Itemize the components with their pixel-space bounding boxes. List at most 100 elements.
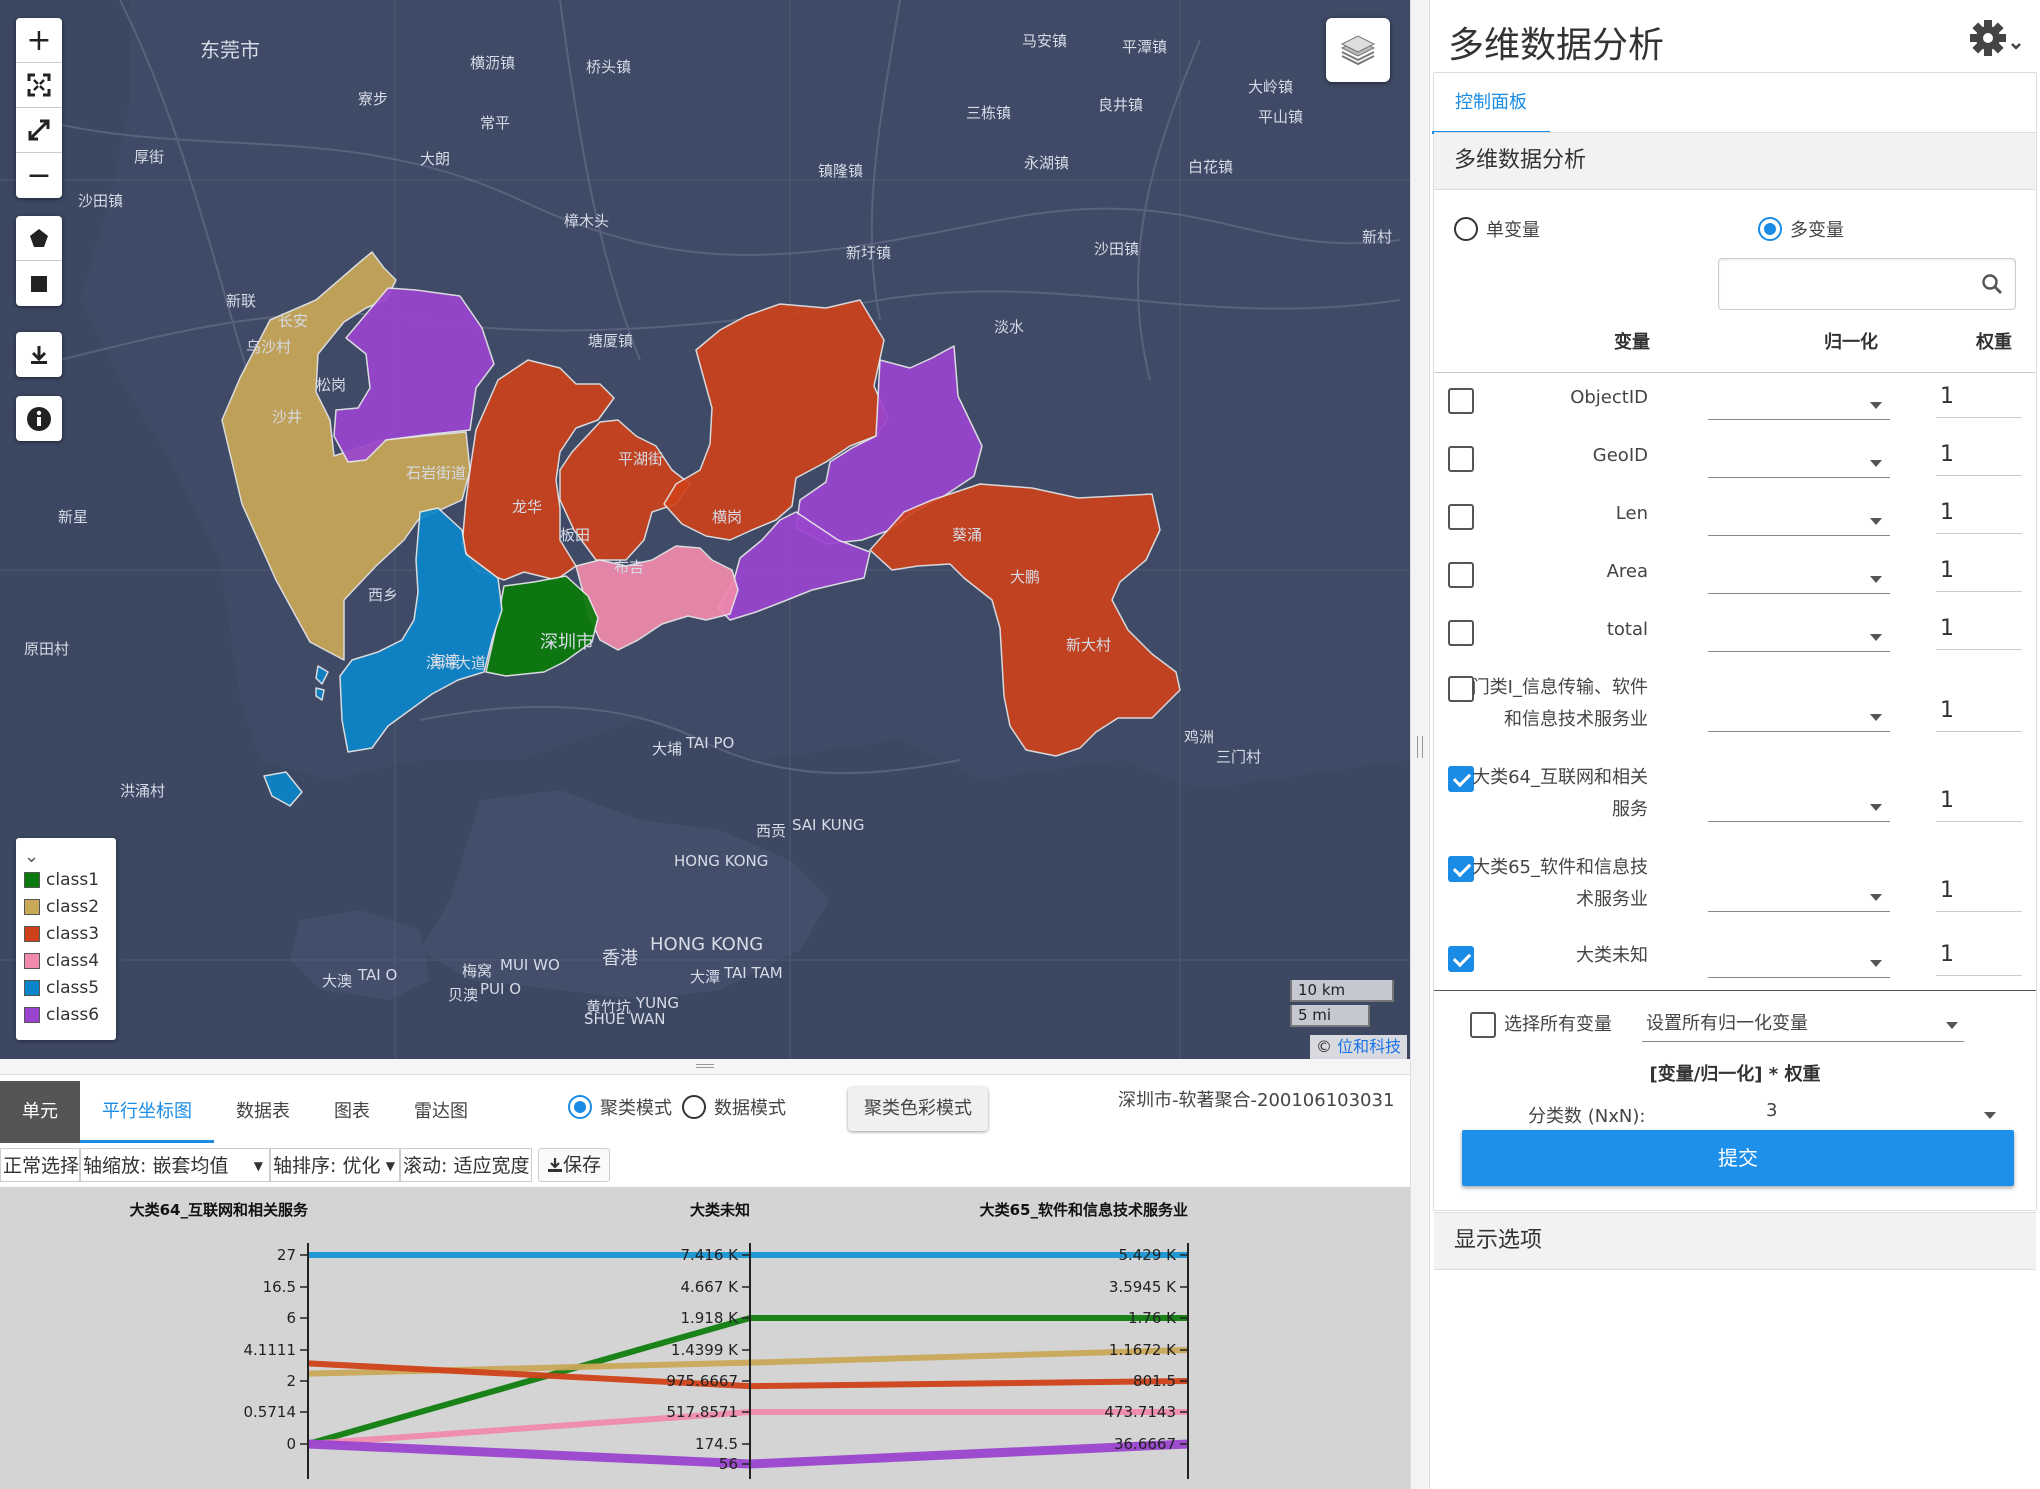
weight-input[interactable]: 1 bbox=[1936, 384, 2022, 418]
single-variable-radio[interactable] bbox=[1454, 217, 1478, 241]
select-all-checkbox[interactable] bbox=[1470, 1012, 1496, 1038]
single-variable-option[interactable]: 单变量 bbox=[1454, 216, 1540, 242]
tab-control-panel[interactable]: 控制面板 bbox=[1432, 86, 1550, 134]
variable-checkbox[interactable] bbox=[1448, 504, 1474, 530]
map-place-label: 沙田镇 bbox=[1094, 240, 1140, 258]
normalize-select[interactable] bbox=[1708, 564, 1890, 594]
cluster-color-button[interactable]: 聚类色彩模式 bbox=[848, 1087, 988, 1131]
data-mode-radio[interactable] bbox=[682, 1095, 706, 1119]
section-multivariate[interactable]: 多维数据分析 bbox=[1434, 132, 2036, 190]
map-place-label: 横岗 bbox=[712, 508, 743, 526]
legend-swatch bbox=[24, 898, 40, 915]
weight-input[interactable]: 1 bbox=[1936, 698, 2022, 732]
settings-menu-button[interactable] bbox=[1968, 18, 2026, 62]
draw-polygon-button[interactable] bbox=[16, 216, 62, 261]
scroll-mode-select[interactable]: 滚动: 适应宽度 bbox=[400, 1148, 532, 1182]
draw-rectangle-button[interactable] bbox=[16, 261, 62, 306]
cluster-mode-radio[interactable] bbox=[568, 1095, 592, 1119]
axis-scale-select[interactable]: 轴缩放: 嵌套均值 ▼ bbox=[80, 1148, 270, 1182]
normalize-select[interactable] bbox=[1708, 390, 1890, 420]
multi-variable-radio[interactable] bbox=[1758, 217, 1782, 241]
variable-checkbox[interactable] bbox=[1448, 388, 1474, 414]
save-button[interactable]: 保存 bbox=[538, 1148, 611, 1182]
info-button[interactable] bbox=[16, 396, 62, 441]
tab-unit[interactable]: 单元 bbox=[0, 1081, 80, 1143]
legend-item-class2: class2 bbox=[24, 893, 108, 920]
map-place-label: 乌沙村 bbox=[246, 338, 292, 356]
map-place-label: 沙田镇 bbox=[78, 192, 124, 210]
weight-input[interactable]: 1 bbox=[1936, 788, 2022, 822]
normalize-select[interactable] bbox=[1708, 792, 1890, 822]
chevron-down-icon[interactable]: ⌄ bbox=[24, 846, 108, 867]
variable-name: 门类I_信息传输、软件 和信息技术服务业 bbox=[1471, 677, 1648, 730]
map-place-label: TAI TAM bbox=[724, 964, 783, 982]
horizontal-splitter[interactable] bbox=[0, 1059, 1410, 1075]
normalize-select[interactable] bbox=[1708, 622, 1890, 652]
normalize-select[interactable] bbox=[1708, 448, 1890, 478]
search-icon bbox=[1982, 274, 2002, 294]
axis-tick-label: 517.8571 bbox=[666, 1403, 738, 1421]
axis-title[interactable]: 大类未知 bbox=[690, 1201, 750, 1219]
legend-item-class4: class4 bbox=[24, 947, 108, 974]
section-display-options[interactable]: 显示选项 bbox=[1434, 1212, 2036, 1270]
normalize-select[interactable] bbox=[1708, 506, 1890, 536]
axis-title[interactable]: 大类64_互联网和相关服务 bbox=[130, 1201, 309, 1219]
variable-row: GeoID 1 bbox=[1448, 440, 2022, 478]
tab-radar[interactable]: 雷达图 bbox=[392, 1081, 490, 1143]
map-legend: ⌄ class1 class2 class3 class4 class5 class6 bbox=[16, 838, 116, 1040]
bottom-tabs: 单元 平行坐标图 数据表 图表 雷达图 bbox=[0, 1081, 490, 1143]
map-place-label: 石岩街道 bbox=[406, 464, 467, 482]
variable-checkbox[interactable] bbox=[1448, 562, 1474, 588]
weight-input[interactable]: 1 bbox=[1936, 500, 2022, 534]
column-header-variable: 变量 bbox=[1614, 332, 1650, 353]
attribution-link[interactable]: 位和科技 bbox=[1337, 1037, 1401, 1056]
fit-extent-button[interactable] bbox=[16, 63, 62, 108]
download-button[interactable] bbox=[16, 332, 62, 377]
variable-checkbox[interactable] bbox=[1448, 856, 1474, 882]
zoom-in-button[interactable]: + bbox=[16, 18, 62, 63]
variable-search-input[interactable] bbox=[1718, 258, 2016, 310]
submit-button[interactable]: 提交 bbox=[1462, 1130, 2014, 1186]
copyright-symbol: © bbox=[1316, 1037, 1332, 1056]
map-place-label: 西贡 bbox=[756, 822, 787, 840]
series-line-class3[interactable] bbox=[307, 1360, 1189, 1390]
class-count-select[interactable]: 3 bbox=[1752, 1100, 2002, 1130]
zoom-out-button[interactable]: − bbox=[16, 153, 62, 198]
normalize-select[interactable] bbox=[1708, 882, 1890, 912]
multi-variable-option[interactable]: 多变量 bbox=[1758, 216, 1844, 242]
axis-tick-label: 36.6667 bbox=[1114, 1435, 1176, 1453]
axis-title[interactable]: 大类65_软件和信息技术服务业 bbox=[980, 1201, 1188, 1219]
parallel-coordinates-plot[interactable]: 大类64_互联网和相关服务 27 16.5 6 4.1111 2 0.5714 0 大类未知 7.… bbox=[0, 1187, 1410, 1489]
weight-input[interactable]: 1 bbox=[1936, 558, 2022, 592]
series-line-class6[interactable] bbox=[307, 1439, 1189, 1469]
series-line-class4[interactable] bbox=[307, 1409, 1188, 1447]
variable-checkbox[interactable] bbox=[1448, 620, 1474, 646]
normalize-all-select[interactable]: 设置所有归一化变量 bbox=[1642, 1008, 1964, 1042]
normalize-select[interactable] bbox=[1708, 702, 1890, 732]
fullscreen-button[interactable] bbox=[16, 108, 62, 153]
selection-mode-select[interactable]: 正常选择 bbox=[0, 1148, 80, 1182]
axis-tick-label: 975.6667 bbox=[666, 1372, 738, 1390]
weight-input[interactable]: 1 bbox=[1936, 942, 2022, 976]
map-place-label: 淡水 bbox=[994, 318, 1025, 336]
variable-checkbox[interactable] bbox=[1448, 676, 1474, 702]
variable-checkbox[interactable] bbox=[1448, 766, 1474, 792]
tab-parallel-coordinates[interactable]: 平行坐标图 bbox=[80, 1081, 214, 1143]
vertical-splitter[interactable] bbox=[1410, 0, 1430, 1489]
layers-button[interactable] bbox=[1326, 18, 1390, 82]
select-all-variables[interactable]: 选择所有变量 bbox=[1470, 1010, 1612, 1038]
tab-chart[interactable]: 图表 bbox=[312, 1081, 392, 1143]
axis-order-select[interactable]: 轴排序: 优化 ▼ bbox=[270, 1148, 400, 1182]
variable-checkbox[interactable] bbox=[1448, 446, 1474, 472]
weight-input[interactable]: 1 bbox=[1936, 878, 2022, 912]
normalize-select[interactable] bbox=[1708, 948, 1890, 978]
map-place-label: 板田 bbox=[560, 526, 591, 544]
map-place-label: 镇隆镇 bbox=[818, 162, 864, 180]
weight-input[interactable]: 1 bbox=[1936, 616, 2022, 650]
weight-input[interactable]: 1 bbox=[1936, 442, 2022, 476]
tab-data-table[interactable]: 数据表 bbox=[214, 1081, 312, 1143]
axis-tick-label: 27 bbox=[277, 1246, 296, 1264]
variable-checkbox[interactable] bbox=[1448, 946, 1474, 972]
map-view[interactable]: 东莞市 横沥镇 桥头镇 马安镇 平潭镇 大岭镇 寮步 常平 三栋镇 良井镇 平山镇 厚街 大朗 镇隆镇 永湖… bbox=[0, 0, 1410, 1059]
mode-selector: 聚类模式 数据模式 bbox=[568, 1094, 796, 1120]
